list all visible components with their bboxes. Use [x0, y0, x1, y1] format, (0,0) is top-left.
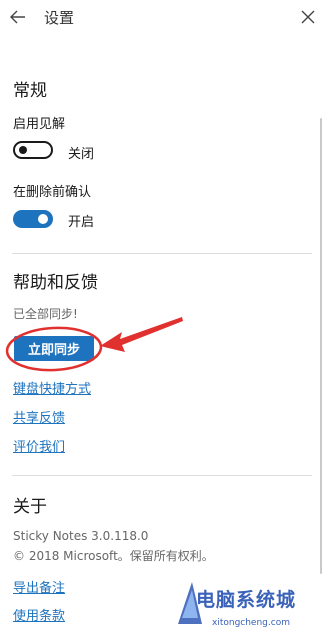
divider	[12, 253, 312, 254]
watermark-url: xitongcheng.com	[212, 618, 290, 628]
copyright-text: © 2018 Microsoft。保留所有权利。	[13, 549, 214, 563]
watermark-text: 电脑系统城	[196, 589, 297, 611]
help-section-title: 帮助和反馈	[13, 273, 98, 293]
scrollbar[interactable]	[320, 118, 322, 574]
rate-us-link[interactable]: 评价我们	[13, 436, 65, 455]
annotation-arrow-icon	[100, 317, 183, 352]
toggle-knob	[19, 146, 27, 154]
insights-state: 关闭	[68, 147, 95, 162]
close-icon[interactable]	[299, 8, 317, 26]
page-title: 设置	[44, 9, 75, 27]
share-feedback-link[interactable]: 共享反馈	[13, 407, 65, 426]
terms-of-use-link[interactable]: 使用条款	[13, 605, 65, 624]
version-text: Sticky Notes 3.0.118.0	[13, 529, 149, 543]
confirm-delete-toggle[interactable]	[13, 210, 53, 228]
insights-label: 启用见解	[13, 117, 66, 132]
confirm-delete-label: 在删除前确认	[13, 185, 92, 200]
sync-now-button[interactable]: 立即同步	[14, 336, 94, 361]
back-arrow-icon[interactable]	[8, 7, 28, 27]
about-section-title: 关于	[13, 497, 47, 517]
header-bar: 设置	[0, 0, 327, 34]
sync-status: 已全部同步!	[13, 307, 78, 321]
toggle-knob	[38, 214, 48, 224]
divider	[12, 475, 312, 476]
insights-toggle[interactable]	[13, 141, 53, 159]
general-section-title: 常规	[13, 81, 47, 101]
confirm-delete-state: 开启	[68, 215, 95, 230]
export-notes-link[interactable]: 导出备注	[13, 577, 65, 596]
keyboard-shortcuts-link[interactable]: 键盘快捷方式	[13, 378, 91, 397]
